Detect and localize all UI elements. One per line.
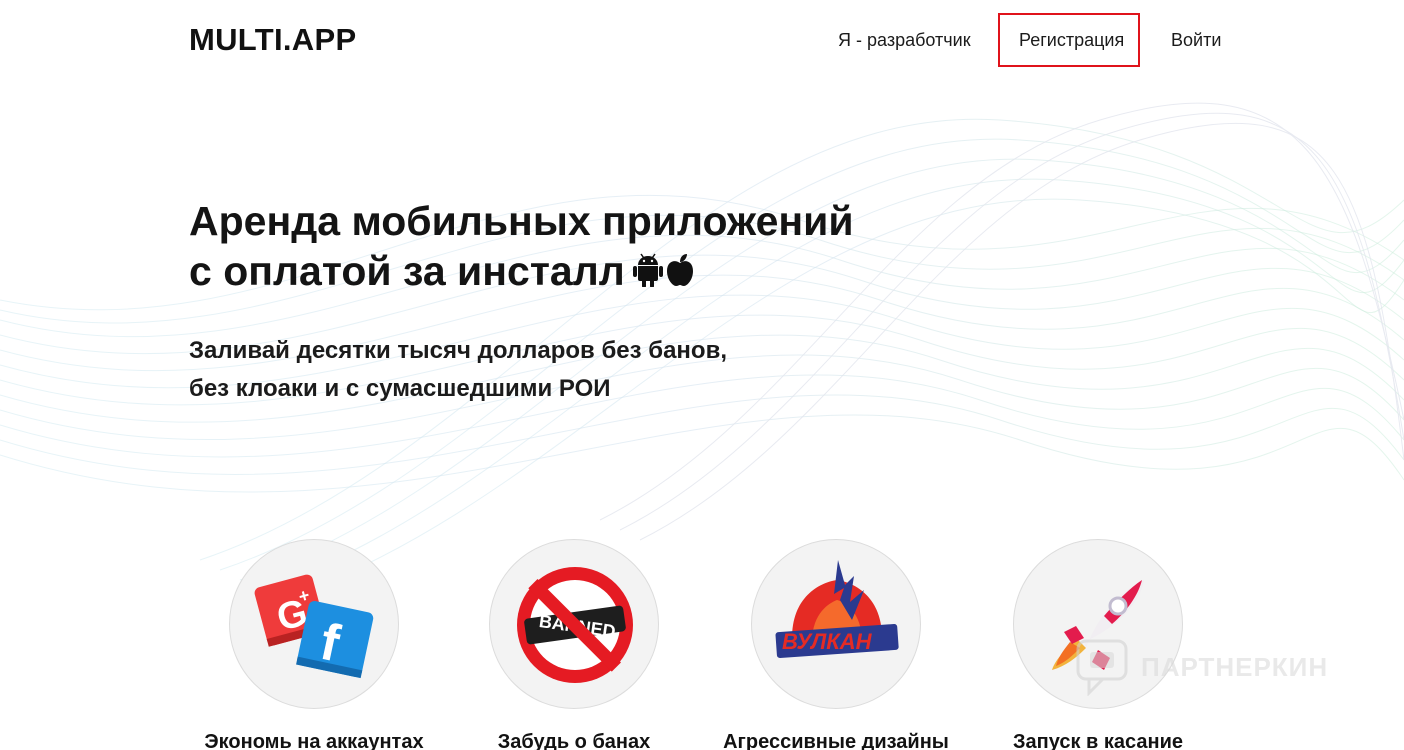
os-icons [632,253,695,288]
banned-icon: BANNED [517,567,633,683]
google-plus-facebook-icon: G + f [254,574,374,679]
feature-circle: ВУЛКАН [751,539,921,709]
feature-label: Экономь на аккаунтах [204,731,424,750]
feature-circle: BANNED [489,539,659,709]
nav-login-link[interactable]: Войти [1171,30,1221,51]
hero-subtitle-line-2: без клоаки и с сумасшедшими РОИ [189,375,611,402]
chat-bubble-icon [1076,639,1128,696]
feature-label: Забудь о банах [497,731,651,750]
logo[interactable]: MULTI.APP [189,22,356,58]
watermark: ПАРТНЕРКИН [1075,638,1328,696]
feature-label: Агрессивные дизайны [723,731,949,750]
hero-title-line-2-text: с оплатой за инсталл [189,248,625,294]
hero-title: Аренда мобильных приложений с оплатой за… [189,196,854,296]
nav-developer-link[interactable]: Я - разработчик [838,30,971,51]
feature-circle: G + f [229,539,399,709]
hero-section: Аренда мобильных приложений с оплатой за… [189,196,854,296]
vulkan-logo-icon: ВУЛКАН [775,560,899,659]
svg-text:ВУЛКАН: ВУЛКАН [782,629,873,654]
android-icon [632,253,663,288]
watermark-text: ПАРТНЕРКИН [1141,651,1329,682]
nav-register-link[interactable]: Регистрация [1019,30,1124,51]
hero-title-line-1: Аренда мобильных приложений [189,198,854,244]
feature-label: Запуск в касание [1012,731,1184,750]
header: MULTI.APP Я - разработчик Регистрация Во… [0,0,1404,80]
hero-title-line-2: с оплатой за инсталл [189,246,854,296]
hero-subtitle-line-1: Заливай десятки тысяч долларов без банов… [189,337,727,364]
hero-subtitle: Заливай десятки тысяч долларов без банов… [189,332,727,408]
apple-icon [666,254,693,287]
